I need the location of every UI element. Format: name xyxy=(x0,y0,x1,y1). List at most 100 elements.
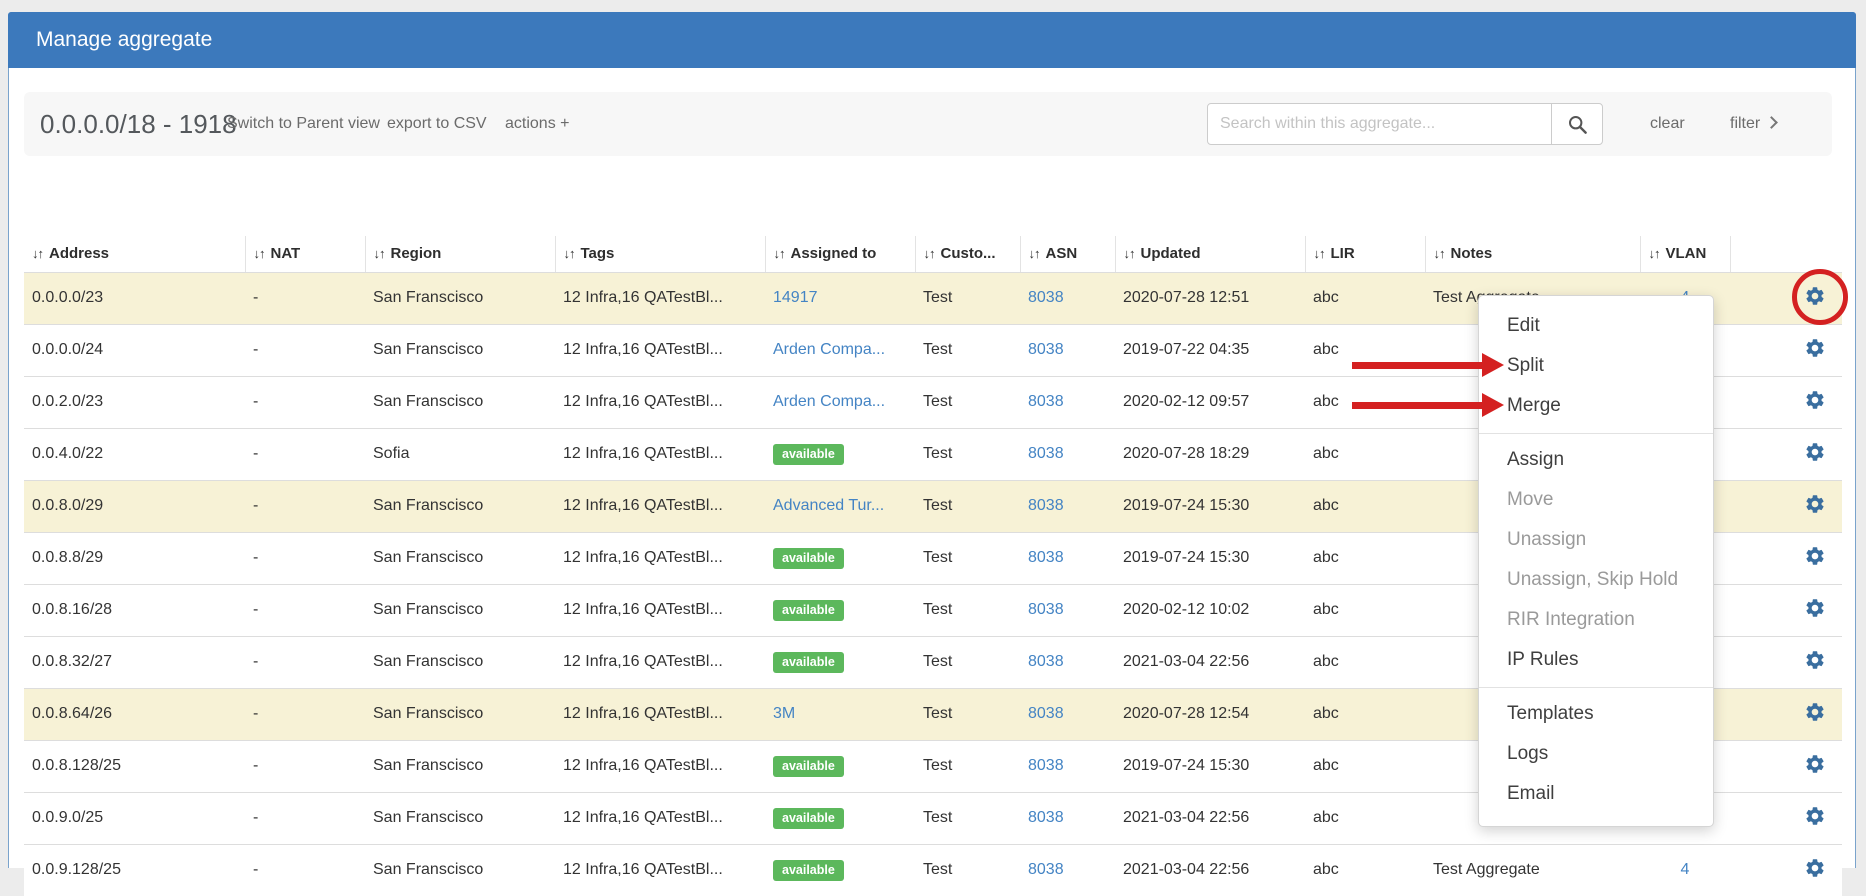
filter-button[interactable]: filter xyxy=(1730,92,1776,156)
cell-customer: Test xyxy=(915,480,1020,532)
cell-address: 0.0.8.64/26 xyxy=(24,688,245,740)
asn-link[interactable]: 8038 xyxy=(1028,341,1064,358)
assigned-link[interactable]: 3M xyxy=(773,705,795,722)
asn-link[interactable]: 8038 xyxy=(1028,653,1064,670)
cell-customer: Test xyxy=(915,532,1020,584)
gear-icon xyxy=(1804,597,1826,619)
row-settings-gear-button[interactable] xyxy=(1804,805,1826,827)
cell-actions xyxy=(1730,844,1842,896)
asn-link[interactable]: 8038 xyxy=(1028,289,1064,306)
red-arrow-split-annotation xyxy=(1352,353,1504,377)
cell-tags: 12 Infra,16 QATestBl... xyxy=(555,480,765,532)
column-header-assigned-to[interactable]: ↓↑Assigned to xyxy=(765,236,915,272)
asn-link[interactable]: 8038 xyxy=(1028,705,1064,722)
actions-menu-button[interactable]: actions + xyxy=(505,92,569,156)
assigned-link[interactable]: Arden Compa... xyxy=(773,341,885,358)
row-settings-gear-button[interactable] xyxy=(1804,753,1826,775)
column-header-updated[interactable]: ↓↑Updated xyxy=(1115,236,1305,272)
cell-assigned-to: available xyxy=(765,740,915,792)
asn-link[interactable]: 8038 xyxy=(1028,757,1064,774)
menu-item-email[interactable]: Email xyxy=(1479,774,1713,814)
sort-icon: ↓↑ xyxy=(1314,246,1325,261)
row-settings-gear-button[interactable] xyxy=(1804,649,1826,671)
cell-customer: Test xyxy=(915,272,1020,324)
available-badge: available xyxy=(773,548,844,569)
asn-link[interactable]: 8038 xyxy=(1028,809,1064,826)
cell-asn: 8038 xyxy=(1020,792,1115,844)
cell-tags: 12 Infra,16 QATestBl... xyxy=(555,428,765,480)
assigned-link[interactable]: Advanced Tur... xyxy=(773,497,884,514)
menu-item-logs[interactable]: Logs xyxy=(1479,734,1713,774)
menu-item-split[interactable]: Split xyxy=(1479,346,1713,386)
available-badge: available xyxy=(773,600,844,621)
column-header-custo[interactable]: ↓↑Custo... xyxy=(915,236,1020,272)
sort-icon: ↓↑ xyxy=(1649,246,1660,261)
search-button[interactable] xyxy=(1551,103,1603,145)
gear-icon xyxy=(1804,805,1826,827)
cell-updated: 2020-07-28 12:54 xyxy=(1115,688,1305,740)
column-header-region[interactable]: ↓↑Region xyxy=(365,236,555,272)
column-header-notes[interactable]: ↓↑Notes xyxy=(1425,236,1640,272)
gear-icon xyxy=(1804,545,1826,567)
cell-assigned-to: Arden Compa... xyxy=(765,376,915,428)
gear-icon xyxy=(1804,389,1826,411)
menu-item-assign[interactable]: Assign xyxy=(1479,440,1713,480)
column-header-tags[interactable]: ↓↑Tags xyxy=(555,236,765,272)
column-header-lir[interactable]: ↓↑LIR xyxy=(1305,236,1425,272)
menu-item-templates[interactable]: Templates xyxy=(1479,694,1713,734)
column-header-actions xyxy=(1730,236,1842,272)
row-settings-gear-button[interactable] xyxy=(1804,389,1826,411)
available-badge: available xyxy=(773,756,844,777)
gear-icon xyxy=(1804,441,1826,463)
row-settings-gear-button[interactable] xyxy=(1804,597,1826,619)
cell-lir: abc xyxy=(1305,688,1425,740)
row-settings-gear-button[interactable] xyxy=(1804,337,1826,359)
assigned-link[interactable]: 14917 xyxy=(773,289,818,306)
cell-asn: 8038 xyxy=(1020,272,1115,324)
cell-address: 0.0.8.8/29 xyxy=(24,532,245,584)
cell-region: San Franscisco xyxy=(365,584,555,636)
cell-customer: Test xyxy=(915,740,1020,792)
menu-item-ip-rules[interactable]: IP Rules xyxy=(1479,640,1713,680)
cell-nat: - xyxy=(245,792,365,844)
asn-link[interactable]: 8038 xyxy=(1028,549,1064,566)
column-header-asn[interactable]: ↓↑ASN xyxy=(1020,236,1115,272)
menu-item-merge[interactable]: Merge xyxy=(1479,386,1713,426)
asn-link[interactable]: 8038 xyxy=(1028,497,1064,514)
asn-link[interactable]: 8038 xyxy=(1028,861,1064,878)
search-input[interactable] xyxy=(1207,103,1552,145)
cell-region: San Franscisco xyxy=(365,636,555,688)
export-csv-button[interactable]: export to CSV xyxy=(387,92,487,156)
cell-actions xyxy=(1730,688,1842,740)
cell-nat: - xyxy=(245,740,365,792)
table-row: 0.0.9.128/25-San Franscisco12 Infra,16 Q… xyxy=(24,844,1842,896)
cell-actions xyxy=(1730,324,1842,376)
row-settings-gear-button[interactable] xyxy=(1804,545,1826,567)
sort-icon: ↓↑ xyxy=(924,246,935,261)
clear-button[interactable]: clear xyxy=(1650,92,1685,156)
menu-divider xyxy=(1479,687,1713,688)
window-titlebar: Manage aggregate xyxy=(8,12,1856,68)
asn-link[interactable]: 8038 xyxy=(1028,601,1064,618)
column-header-address[interactable]: ↓↑Address xyxy=(24,236,245,272)
vlan-link[interactable]: 4 xyxy=(1681,861,1690,878)
cell-tags: 12 Infra,16 QATestBl... xyxy=(555,688,765,740)
sort-icon: ↓↑ xyxy=(254,246,265,261)
cell-address: 0.0.9.128/25 xyxy=(24,844,245,896)
cell-customer: Test xyxy=(915,844,1020,896)
asn-link[interactable]: 8038 xyxy=(1028,445,1064,462)
cell-assigned-to: available xyxy=(765,844,915,896)
column-header-vlan[interactable]: ↓↑VLAN xyxy=(1640,236,1730,272)
switch-parent-view-button[interactable]: Switch to Parent view xyxy=(227,92,380,156)
row-settings-gear-button[interactable] xyxy=(1804,493,1826,515)
column-header-nat[interactable]: ↓↑NAT xyxy=(245,236,365,272)
cell-customer: Test xyxy=(915,324,1020,376)
asn-link[interactable]: 8038 xyxy=(1028,393,1064,410)
menu-item-edit[interactable]: Edit xyxy=(1479,306,1713,346)
cell-address: 0.0.0.0/24 xyxy=(24,324,245,376)
page-title: Manage aggregate xyxy=(36,28,212,51)
cell-tags: 12 Infra,16 QATestBl... xyxy=(555,324,765,376)
assigned-link[interactable]: Arden Compa... xyxy=(773,393,885,410)
row-settings-gear-button[interactable] xyxy=(1804,441,1826,463)
row-settings-gear-button[interactable] xyxy=(1804,701,1826,723)
